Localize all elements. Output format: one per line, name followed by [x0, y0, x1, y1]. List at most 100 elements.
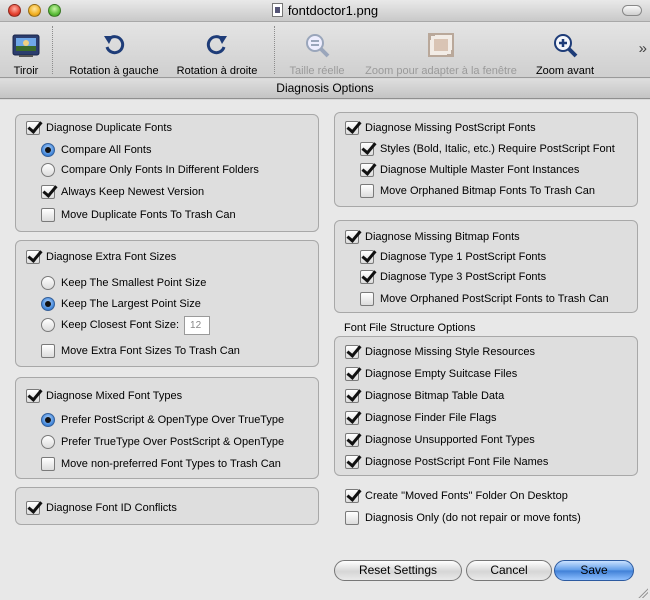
zoom-to-fit-icon — [428, 33, 454, 57]
diagnose-duplicate-fonts-checkbox[interactable]: Diagnose Duplicate Fonts — [26, 120, 172, 136]
actual-size-icon — [306, 34, 330, 58]
checkbox-label: Diagnose Missing Bitmap Fonts — [365, 231, 520, 243]
missing-style-resources-checkbox[interactable]: Diagnose Missing Style Resources — [345, 344, 535, 360]
toolbar-rotate-right-label: Rotation à droite — [176, 65, 258, 77]
checkbox-label: Diagnose Mixed Font Types — [46, 390, 183, 402]
checkbox-box — [360, 270, 374, 284]
toolbar-actual-size-button[interactable]: Taille réelle — [282, 28, 352, 77]
checkbox-box — [41, 185, 55, 199]
radio-button — [41, 435, 55, 449]
diagnose-font-id-checkbox[interactable]: Diagnose Font ID Conflicts — [26, 500, 177, 516]
keep-smallest-size-radio[interactable]: Keep The Smallest Point Size — [41, 275, 206, 291]
toolbar-overflow-button[interactable]: » — [639, 40, 648, 57]
toolbar-zoom-to-fit-label: Zoom pour adapter à la fenêtre — [365, 65, 517, 77]
checkbox-box — [360, 184, 374, 198]
empty-suitcase-files-checkbox[interactable]: Diagnose Empty Suitcase Files — [345, 366, 517, 382]
checkbox-label: Diagnose Type 3 PostScript Fonts — [380, 271, 547, 283]
diagnose-missing-bitmap-checkbox[interactable]: Diagnose Missing Bitmap Fonts — [345, 229, 520, 245]
checkbox-label: Diagnosis Only (do not repair or move fo… — [365, 512, 581, 524]
title-bar: fontdoctor1.png — [0, 0, 650, 22]
diagnosis-options-panel: Diagnose Duplicate Fonts Compare All Fon… — [0, 100, 650, 600]
toolbar-rotate-left-button[interactable]: Rotation à gauche — [62, 28, 166, 77]
move-duplicate-to-trash-checkbox[interactable]: Move Duplicate Fonts To Trash Can — [41, 207, 236, 223]
toolbar-actual-size-label: Taille réelle — [289, 65, 345, 77]
checkbox-label: Diagnose Bitmap Table Data — [365, 390, 505, 402]
checkbox-box — [345, 121, 359, 135]
checkbox-box — [360, 250, 374, 264]
checkbox-label: Move Duplicate Fonts To Trash Can — [61, 209, 236, 221]
checkbox-box — [345, 511, 359, 525]
type1-postscript-checkbox[interactable]: Diagnose Type 1 PostScript Fonts — [360, 249, 546, 265]
rotate-left-icon — [104, 35, 125, 55]
toolbar-toggle-button[interactable] — [622, 5, 642, 16]
toolbar-rotate-left-label: Rotation à gauche — [69, 65, 159, 77]
checkbox-label: Diagnose Type 1 PostScript Fonts — [380, 251, 547, 263]
closest-size-field[interactable]: 12 — [184, 315, 211, 335]
multiple-master-checkbox[interactable]: Diagnose Multiple Master Font Instances — [360, 162, 579, 178]
checkbox-box — [345, 367, 359, 381]
window-title-wrap: fontdoctor1.png — [0, 3, 650, 18]
keep-closest-size-radio[interactable]: Keep Closest Font Size: 12 — [41, 315, 211, 335]
checkbox-label: Diagnose Font ID Conflicts — [46, 502, 177, 514]
save-button[interactable]: Save — [554, 560, 634, 581]
checkbox-box — [345, 489, 359, 503]
checkbox-label: Diagnose PostScript Font File Names — [365, 456, 549, 468]
checkbox-box — [26, 121, 40, 135]
postscript-file-names-checkbox[interactable]: Diagnose PostScript Font File Names — [345, 454, 548, 470]
checkbox-label: Diagnose Missing Style Resources — [365, 346, 535, 358]
toolbar-drawer-button[interactable]: Tiroir — [6, 28, 46, 77]
drawer-icon — [12, 34, 40, 57]
checkbox-box — [26, 501, 40, 515]
diagnose-extra-sizes-checkbox[interactable]: Diagnose Extra Font Sizes — [26, 249, 176, 265]
move-extra-sizes-to-trash-checkbox[interactable]: Move Extra Font Sizes To Trash Can — [41, 343, 240, 359]
checkbox-box — [41, 208, 55, 222]
radio-label: Prefer PostScript & OpenType Over TrueTy… — [61, 414, 285, 426]
prefer-postscript-radio[interactable]: Prefer PostScript & OpenType Over TrueTy… — [41, 412, 284, 428]
radio-button — [41, 413, 55, 427]
sheet-title: Diagnosis Options — [0, 79, 650, 99]
diagnose-missing-postscript-checkbox[interactable]: Diagnose Missing PostScript Fonts — [345, 120, 536, 136]
checkbox-box — [345, 389, 359, 403]
toolbar-zoom-in-label: Zoom avant — [535, 65, 595, 77]
checkbox-box — [345, 345, 359, 359]
window-title: fontdoctor1.png — [287, 3, 379, 18]
rotate-right-icon — [206, 35, 227, 55]
styles-require-postscript-checkbox[interactable]: Styles (Bold, Italic, etc.) Require Post… — [360, 141, 615, 157]
keep-largest-size-radio[interactable]: Keep The Largest Point Size — [41, 296, 201, 312]
reset-settings-button[interactable]: Reset Settings — [334, 560, 462, 581]
document-icon — [271, 3, 283, 17]
checkbox-box — [26, 250, 40, 264]
checkbox-label: Diagnose Extra Font Sizes — [46, 251, 177, 263]
checkbox-label: Diagnose Multiple Master Font Instances — [380, 164, 580, 176]
resize-grip-icon[interactable] — [637, 587, 648, 598]
radio-label: Compare All Fonts — [61, 144, 152, 156]
toolbar-rotate-right-button[interactable]: Rotation à droite — [169, 28, 265, 77]
cancel-button[interactable]: Cancel — [466, 560, 552, 581]
bitmap-table-data-checkbox[interactable]: Diagnose Bitmap Table Data — [345, 388, 504, 404]
finder-file-flags-checkbox[interactable]: Diagnose Finder File Flags — [345, 410, 496, 426]
move-orphaned-bitmap-checkbox[interactable]: Move Orphaned Bitmap Fonts To Trash Can — [360, 183, 595, 199]
move-non-preferred-to-trash-checkbox[interactable]: Move non-preferred Font Types to Trash C… — [41, 456, 281, 472]
checkbox-label: Diagnose Missing PostScript Fonts — [365, 122, 536, 134]
toolbar-zoom-to-fit-button[interactable]: Zoom pour adapter à la fenêtre — [357, 28, 525, 77]
diagnose-mixed-types-checkbox[interactable]: Diagnose Mixed Font Types — [26, 388, 182, 404]
checkbox-label: Always Keep Newest Version — [61, 186, 205, 198]
checkbox-box — [345, 411, 359, 425]
unsupported-font-types-checkbox[interactable]: Diagnose Unsupported Font Types — [345, 432, 535, 448]
toolbar-drawer-label: Tiroir — [13, 65, 39, 77]
toolbar-separator — [274, 26, 275, 74]
diagnosis-only-checkbox[interactable]: Diagnosis Only (do not repair or move fo… — [345, 510, 581, 526]
checkbox-box — [360, 142, 374, 156]
type3-postscript-checkbox[interactable]: Diagnose Type 3 PostScript Fonts — [360, 269, 546, 285]
checkbox-label: Diagnose Unsupported Font Types — [365, 434, 535, 446]
compare-all-fonts-radio[interactable]: Compare All Fonts — [41, 142, 151, 158]
radio-label: Keep The Largest Point Size — [61, 298, 201, 310]
create-moved-fonts-folder-checkbox[interactable]: Create "Moved Fonts" Folder On Desktop — [345, 488, 568, 504]
toolbar-zoom-in-button[interactable]: Zoom avant — [532, 28, 598, 77]
toolbar-separator — [52, 26, 53, 74]
prefer-truetype-radio[interactable]: Prefer TrueType Over PostScript & OpenTy… — [41, 434, 284, 450]
move-orphaned-postscript-checkbox[interactable]: Move Orphaned PostScript Fonts to Trash … — [360, 291, 609, 307]
keep-newest-version-checkbox[interactable]: Always Keep Newest Version — [41, 184, 204, 200]
compare-different-folders-radio[interactable]: Compare Only Fonts In Different Folders — [41, 162, 259, 178]
zoom-in-icon — [554, 34, 578, 58]
